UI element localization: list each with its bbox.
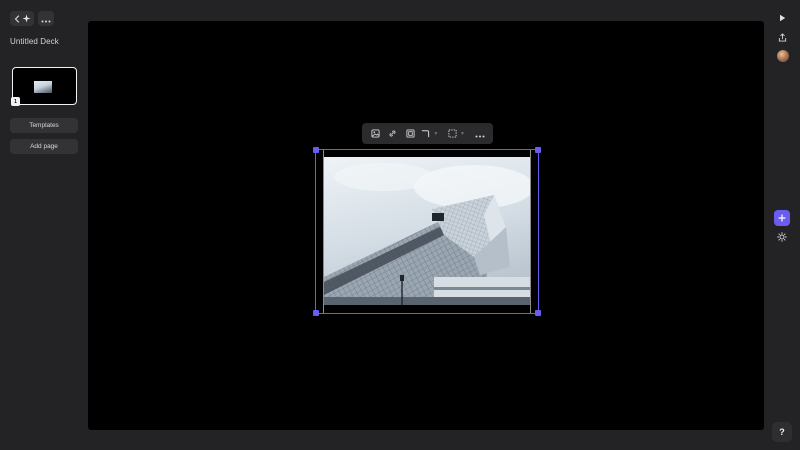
resize-handle-bottom-right[interactable]	[535, 310, 541, 316]
toolbar-more-button[interactable]	[472, 123, 488, 144]
chevron-down-icon: ▼	[433, 130, 439, 137]
border-dashed-icon	[448, 125, 457, 143]
more-horizontal-icon	[475, 125, 485, 143]
resize-handle-top-right[interactable]	[535, 147, 541, 153]
plus-icon	[778, 209, 786, 227]
thumbnail-image	[34, 81, 52, 93]
chevron-down-icon: ▼	[460, 130, 465, 137]
replace-image-button[interactable]	[367, 123, 384, 144]
building-photo[interactable]	[324, 157, 530, 305]
share-icon	[778, 29, 787, 47]
corner-radius-button[interactable]: ▼	[419, 123, 441, 144]
border-style-button[interactable]: ▼	[445, 123, 469, 144]
add-element-button[interactable]	[774, 210, 790, 226]
frame-button[interactable]	[401, 123, 419, 144]
templates-button[interactable]: Templates	[10, 118, 78, 133]
deck-title[interactable]: Untitled Deck	[10, 37, 59, 46]
more-horizontal-icon	[41, 10, 51, 28]
play-icon	[779, 9, 786, 27]
more-options-button[interactable]	[38, 11, 54, 26]
link-button[interactable]	[384, 123, 402, 144]
image-icon	[371, 125, 380, 143]
page-thumbnail[interactable]: 1	[11, 67, 77, 106]
frame-icon	[406, 125, 415, 143]
user-avatar[interactable]	[777, 50, 789, 62]
share-button[interactable]	[775, 31, 789, 45]
link-icon	[388, 125, 397, 143]
image-toolbar: ▼ ▼	[362, 123, 493, 144]
sun-icon	[777, 229, 787, 247]
building-photo-graphic	[324, 157, 530, 305]
resize-handle-top-left[interactable]	[313, 147, 319, 153]
page-number-badge: 1	[11, 97, 20, 106]
chevron-left-icon	[14, 14, 20, 23]
theme-button[interactable]	[775, 231, 789, 245]
corner-radius-icon	[421, 125, 430, 143]
help-button[interactable]: ?	[772, 422, 792, 442]
resize-handle-bottom-left[interactable]	[313, 310, 319, 316]
sparkle-logo-icon	[21, 14, 31, 23]
back-home-button[interactable]	[10, 11, 34, 26]
add-page-button[interactable]: Add page	[10, 139, 78, 154]
present-button[interactable]	[775, 11, 789, 25]
